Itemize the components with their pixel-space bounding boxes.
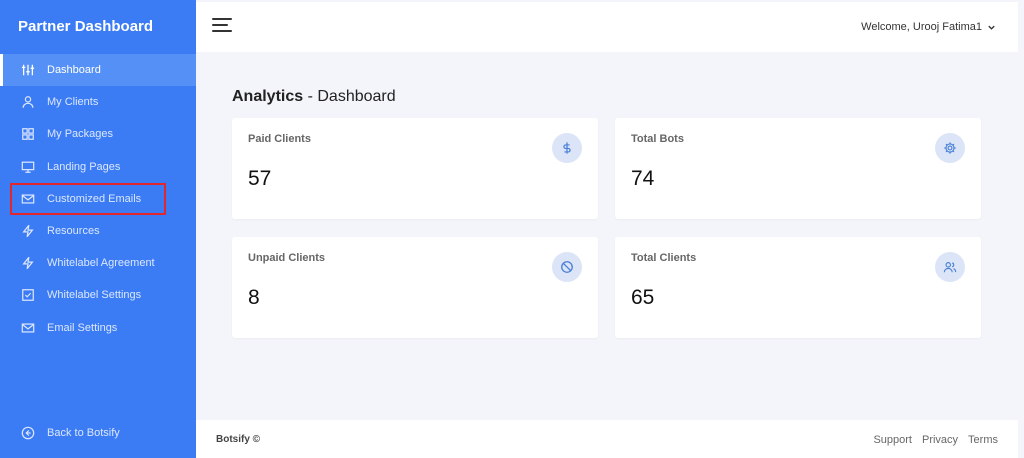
stat-card-unpaid-clients: Unpaid Clients 8 (232, 237, 598, 338)
footer-link-support[interactable]: Support (873, 434, 912, 446)
footer-link-terms[interactable]: Terms (968, 434, 998, 446)
sidebar-item-whitelabel-settings[interactable]: Whitelabel Settings (0, 279, 196, 311)
sidebar-item-label: Whitelabel Settings (47, 289, 142, 302)
dollar-icon (552, 133, 582, 163)
stat-label: Total Bots (631, 133, 684, 145)
footer: Botsify © Support Privacy Terms (196, 420, 1018, 458)
mail-icon (20, 191, 36, 207)
sidebar-item-label: Resources (47, 225, 100, 238)
mail-icon (20, 320, 36, 336)
sidebar-item-label: Dashboard (47, 64, 101, 77)
sidebar-item-dashboard[interactable]: Dashboard (0, 54, 196, 87)
stat-value: 57 (248, 167, 272, 190)
footer-link-privacy[interactable]: Privacy (922, 434, 958, 446)
chevron-down-icon (988, 25, 995, 30)
stat-value: 65 (631, 286, 655, 309)
user-icon (20, 94, 36, 110)
welcome-text: Welcome, Urooj Fatima1 (861, 21, 982, 33)
sidebar-nav: Dashboard My Clients My Packages Landing… (0, 54, 196, 344)
lightning-icon (20, 223, 36, 239)
sidebar-item-label: Landing Pages (47, 160, 121, 173)
sidebar-item-my-clients[interactable]: My Clients (0, 86, 196, 118)
sidebar-item-label: My Packages (47, 128, 114, 141)
stat-label: Unpaid Clients (248, 252, 326, 264)
sidebar-item-resources[interactable]: Resources (0, 215, 196, 247)
sidebar-item-customized-emails[interactable]: Customized Emails (10, 182, 166, 215)
gear-icon (935, 133, 965, 163)
page-title-rest: - Dashboard (303, 88, 396, 105)
stat-value: 8 (248, 286, 260, 309)
users-icon (935, 252, 965, 282)
menu-icon[interactable] (212, 18, 232, 34)
stat-card-total-bots: Total Bots 74 (615, 118, 981, 219)
sidebar-item-label: My Clients (47, 96, 99, 109)
stat-value: 74 (631, 167, 655, 190)
grid-icon (20, 126, 36, 142)
sidebar-item-landing-pages[interactable]: Landing Pages (0, 151, 196, 183)
monitor-icon (20, 159, 36, 175)
top-bar: Welcome, Urooj Fatima1 (196, 2, 1018, 52)
stat-label: Total Clients (631, 252, 697, 264)
stat-card-paid-clients: Paid Clients 57 (232, 118, 598, 219)
sidebar-item-my-packages[interactable]: My Packages (0, 118, 196, 150)
footer-links: Support Privacy Terms (873, 434, 998, 446)
footer-copyright: Botsify © (216, 434, 261, 445)
back-to-botsify-link[interactable]: Back to Botsify (0, 418, 196, 448)
page-title: Analytics - Dashboard (232, 88, 396, 106)
sliders-icon (20, 62, 36, 78)
checkbox-icon (20, 287, 36, 303)
ban-icon (552, 252, 582, 282)
sidebar-item-label: Whitelabel Agreement (47, 257, 155, 270)
arrow-left-circle-icon (20, 425, 36, 441)
brand-title: Partner Dashboard (18, 18, 154, 35)
sidebar-item-whitelabel-agreement[interactable]: Whitelabel Agreement (0, 247, 196, 279)
page-title-bold: Analytics (232, 88, 304, 105)
lightning-icon (20, 255, 36, 271)
back-link-label: Back to Botsify (47, 427, 120, 439)
sidebar: Partner Dashboard Dashboard My Clients M… (0, 0, 196, 458)
sidebar-item-label: Email Settings (47, 321, 118, 334)
stat-card-total-clients: Total Clients 65 (615, 237, 981, 338)
user-menu[interactable]: Welcome, Urooj Fatima1 (861, 21, 996, 33)
stat-label: Paid Clients (248, 133, 311, 145)
sidebar-item-email-settings[interactable]: Email Settings (0, 312, 196, 344)
sidebar-item-label: Customized Emails (47, 192, 142, 205)
